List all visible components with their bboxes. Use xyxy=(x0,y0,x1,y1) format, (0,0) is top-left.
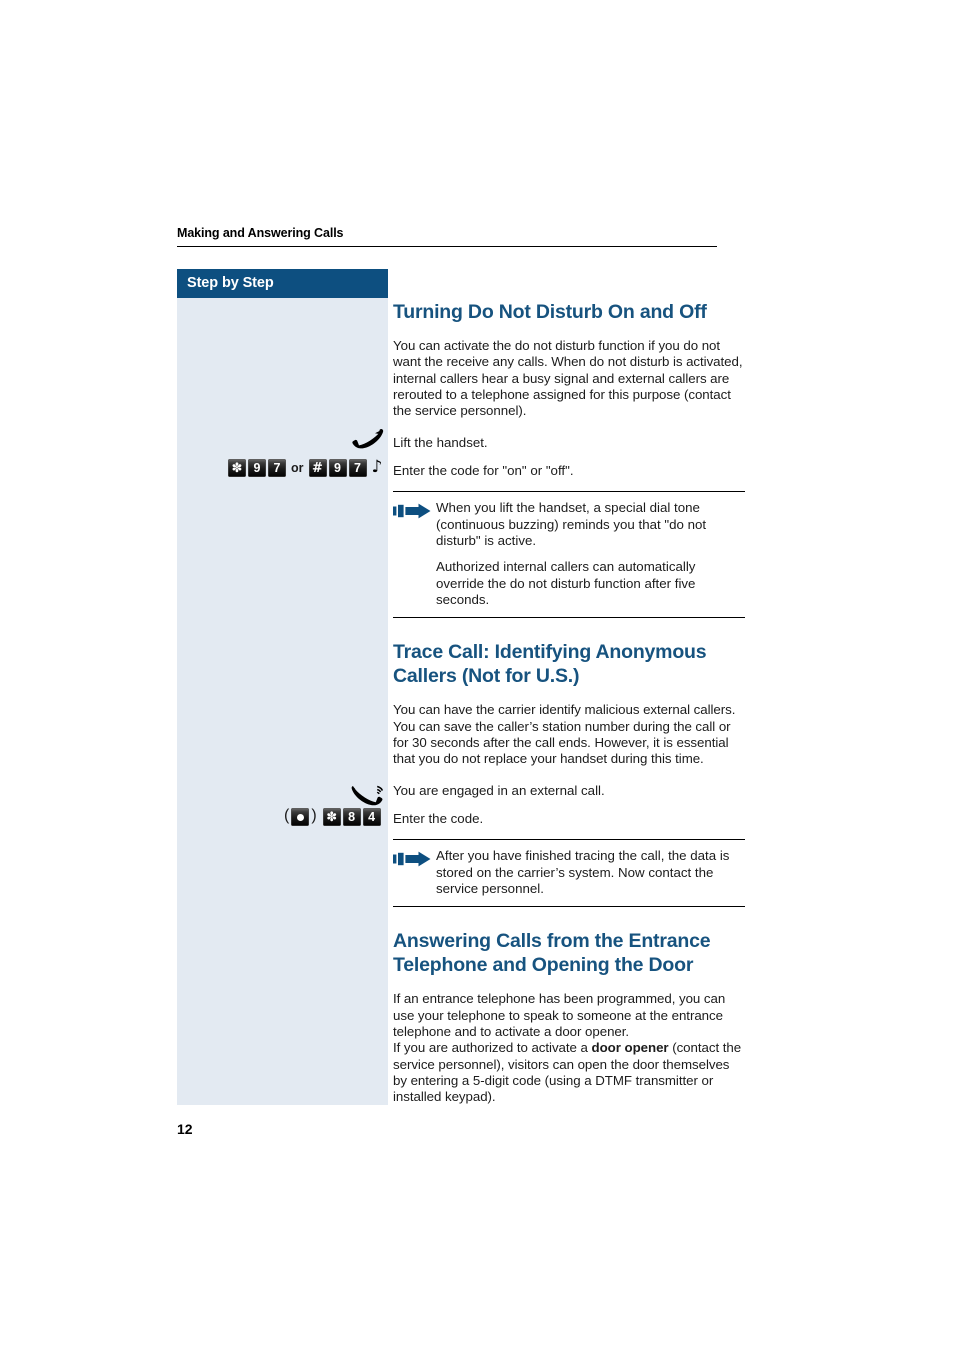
page-number: 12 xyxy=(177,1121,193,1137)
section-intro-do-not-disturb: You can activate the do not disturb func… xyxy=(393,338,743,419)
key-star[interactable]: ✽ xyxy=(228,459,246,477)
key-line-dot[interactable] xyxy=(291,808,310,826)
dot-glyph xyxy=(296,813,304,821)
handset-lift-icon xyxy=(352,428,386,450)
section-body-entrance-telephone: If an entrance telephone has been progra… xyxy=(393,991,745,1105)
note-arrow-icon xyxy=(393,503,433,519)
step-engaged-external-call-text: You are engaged in an external call. xyxy=(393,783,605,799)
key-hash[interactable]: # xyxy=(308,459,327,477)
entrance-para-2a: If you are authorized to activate a xyxy=(393,1040,592,1056)
note-box-do-not-disturb: When you lift the handset, a special dia… xyxy=(393,491,745,619)
key-7[interactable]: 7 xyxy=(268,459,286,477)
door-opener-emphasis: door opener xyxy=(591,1040,669,1056)
running-header-text: Making and Answering Calls xyxy=(177,226,344,240)
key-sequence-trace: ( ) ✽ 8 4 xyxy=(284,807,381,826)
step-engaged-external-call: You are engaged in an external call. xyxy=(393,783,745,801)
key-7-second[interactable]: 7 xyxy=(348,459,367,477)
step-by-step-sidebar xyxy=(177,269,388,1105)
note-arrow-icon xyxy=(393,851,433,867)
step-enter-code-trace: Enter the code. xyxy=(393,811,745,829)
step-enter-code-trace-text: Enter the code. xyxy=(393,811,484,827)
step-lift-handset: Lift the handset. xyxy=(393,435,745,453)
paren-close: ) xyxy=(311,807,317,824)
note-paragraph: Authorized internal callers can automati… xyxy=(436,559,696,607)
key-8[interactable]: 8 xyxy=(342,808,361,826)
key-star-trace[interactable]: ✽ xyxy=(322,808,341,826)
key-9[interactable]: 9 xyxy=(248,459,266,477)
running-header-rule xyxy=(177,246,717,247)
manual-page: Making and Answering Calls Step by Step … xyxy=(0,0,954,1351)
section-title-do-not-disturb: Turning Do Not Disturb On and Off xyxy=(393,301,707,323)
paren-open: ( xyxy=(284,807,290,824)
note-paragraph: After you have finished tracing the call… xyxy=(436,848,730,897)
step-enter-code-dnd-text: Enter the code for "on" or "off". xyxy=(393,463,574,479)
key-or-label: or xyxy=(291,461,304,475)
step-by-step-label: Step by Step xyxy=(187,275,274,291)
step-lift-handset-text: Lift the handset. xyxy=(393,435,488,451)
step-enter-code-dnd: Enter the code for "on" or "off". xyxy=(393,463,745,481)
key-4[interactable]: 4 xyxy=(362,808,381,826)
section-title-entrance-telephone: Answering Calls from the Entrance Teleph… xyxy=(393,930,711,977)
step-by-step-header-bar: Step by Step xyxy=(177,269,388,298)
section-intro-trace-call: You can have the carrier identify malici… xyxy=(393,702,736,767)
key-9-second[interactable]: 9 xyxy=(328,459,347,477)
running-header: Making and Answering Calls xyxy=(177,226,717,247)
section-title-trace-call: Trace Call: Identifying Anonymous Caller… xyxy=(393,641,707,688)
key-sequence-dnd: ✽ 9 7 or # 9 7 ♪ xyxy=(228,459,382,477)
entrance-para-1: If an entrance telephone has been progra… xyxy=(393,991,726,1039)
handset-in-use-icon xyxy=(350,784,386,808)
content-column: Turning Do Not Disturb On and Off You ca… xyxy=(393,300,745,1105)
confirmation-tone-icon: ♪ xyxy=(371,457,383,477)
note-box-trace-call: After you have finished tracing the call… xyxy=(393,839,745,908)
note-paragraph: When you lift the handset, a special dia… xyxy=(436,500,707,549)
